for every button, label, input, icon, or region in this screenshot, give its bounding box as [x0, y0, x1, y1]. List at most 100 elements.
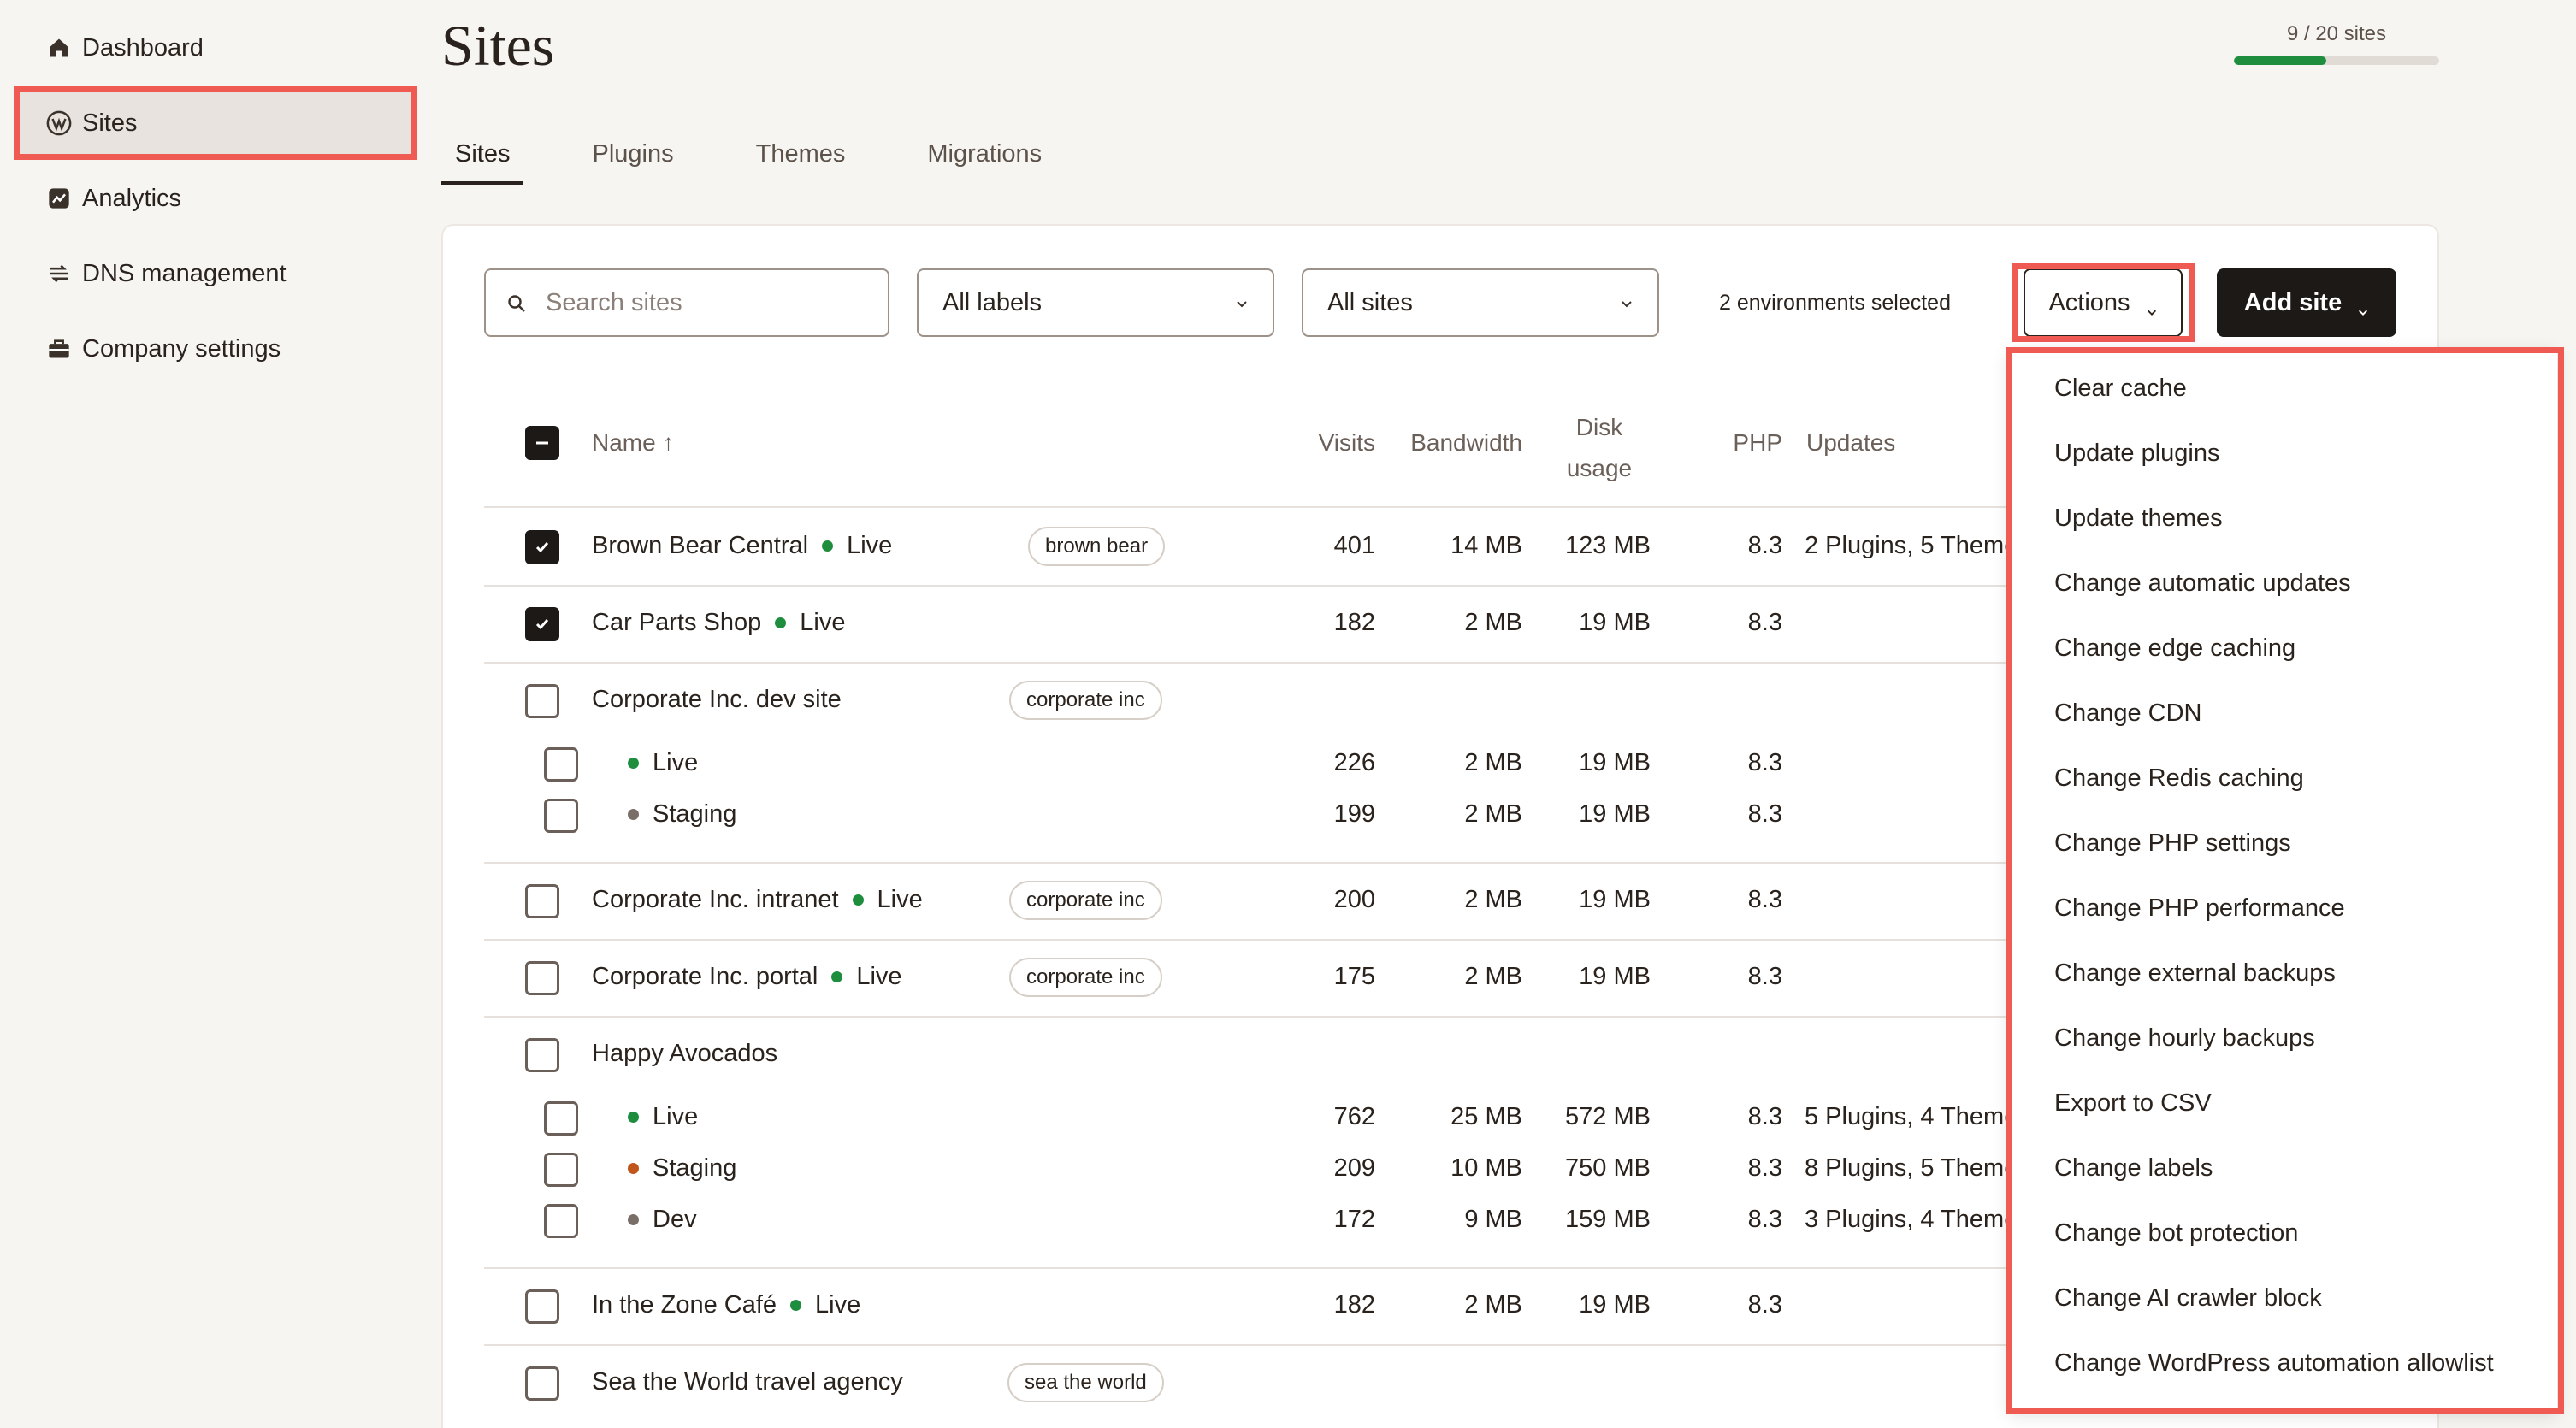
labels-select[interactable]: All labels [917, 268, 1274, 337]
tab-themes[interactable]: Themes [742, 133, 860, 185]
column-header-name[interactable]: Name ↑ [592, 429, 674, 457]
search-input[interactable]: Search sites [484, 268, 889, 337]
menu-item-change-cdn[interactable]: Change CDN [2054, 699, 2201, 728]
php-cell: 8.3 [1747, 1206, 1782, 1233]
site-label-chip[interactable]: corporate inc [1009, 958, 1162, 997]
site-name[interactable]: Happy Avocados [592, 1040, 777, 1068]
menu-item-change-bot-protection[interactable]: Change bot protection [2054, 1219, 2298, 1248]
divider [484, 939, 2013, 941]
sites-select[interactable]: All sites [1302, 268, 1659, 337]
site-name-text: Corporate Inc. intranet [592, 886, 839, 913]
environment-name[interactable]: Live [616, 1103, 698, 1131]
row-checkbox[interactable] [525, 961, 559, 995]
env-text: Staging [653, 800, 737, 828]
sidebar-item-analytics[interactable]: Analytics [19, 166, 414, 231]
row-checkbox[interactable] [525, 607, 559, 641]
row-checkbox[interactable] [525, 884, 559, 918]
env-checkbox[interactable] [544, 747, 578, 782]
menu-item-change-external-backups[interactable]: Change external backups [2054, 959, 2336, 988]
tab-plugins[interactable]: Plugins [578, 133, 687, 185]
menu-item-change-wordpress-automation-allowlist[interactable]: Change WordPress automation allowlist [2054, 1349, 2494, 1378]
column-header-updates[interactable]: Updates [1806, 429, 1895, 457]
sidebar-item-dashboard[interactable]: Dashboard [19, 15, 414, 80]
status-text: Live [815, 1291, 861, 1319]
minus-icon [536, 441, 548, 445]
menu-item-change-redis-caching[interactable]: Change Redis caching [2054, 764, 2304, 793]
menu-item-change-ai-crawler-block[interactable]: Change AI crawler block [2054, 1284, 2322, 1313]
visits-cell: 200 [1333, 886, 1375, 913]
site-name[interactable]: Corporate Inc. portal Live [592, 963, 902, 991]
site-label-chip[interactable]: corporate inc [1009, 681, 1162, 720]
menu-item-change-hourly-backups[interactable]: Change hourly backups [2054, 1024, 2315, 1053]
row-checkbox[interactable] [525, 1366, 559, 1401]
environment-name[interactable]: Dev [616, 1206, 697, 1234]
updates-cell[interactable]: 5 Plugins, 4 Themes [1805, 1103, 2006, 1131]
row-checkbox[interactable] [525, 1038, 559, 1072]
site-label-chip[interactable]: sea the world [1007, 1363, 1164, 1402]
menu-item-change-labels[interactable]: Change labels [2054, 1154, 2213, 1183]
site-name-text: Brown Bear Central [592, 532, 809, 559]
column-header-disk-usage[interactable]: Disk usage [1539, 407, 1659, 489]
menu-item-clear-cache[interactable]: Clear cache [2054, 375, 2187, 403]
chevron-down-icon [2146, 297, 2158, 316]
column-header-visits[interactable]: Visits [1283, 429, 1375, 457]
column-header-php[interactable]: PHP [1710, 429, 1782, 457]
row-checkbox[interactable] [525, 684, 559, 718]
add-site-button[interactable]: Add site [2217, 268, 2396, 337]
staging-status-dot [628, 809, 639, 820]
bandwidth-cell: 2 MB [1464, 1291, 1522, 1319]
updates-cell[interactable]: 2 Plugins, 5 Themes [1805, 532, 2006, 560]
site-name[interactable]: Brown Bear Central Live [592, 532, 892, 560]
bandwidth-cell: 10 MB [1450, 1154, 1522, 1182]
environment-name[interactable]: Staging [616, 800, 736, 829]
env-checkbox[interactable] [544, 799, 578, 833]
bandwidth-cell: 2 MB [1464, 609, 1522, 636]
site-name-text: Corporate Inc. portal [592, 963, 818, 990]
tab-migrations[interactable]: Migrations [913, 133, 1055, 185]
tab-sites[interactable]: Sites [441, 133, 524, 185]
sidebar-item-sites[interactable]: Sites [19, 91, 414, 156]
site-name[interactable]: Sea the World travel agency [592, 1368, 903, 1396]
env-checkbox[interactable] [544, 1153, 578, 1187]
env-checkbox[interactable] [544, 1204, 578, 1238]
updates-cell[interactable]: 3 Plugins, 4 Themes [1805, 1206, 2006, 1234]
menu-item-update-themes[interactable]: Update themes [2054, 505, 2223, 533]
menu-item-export-to-csv[interactable]: Export to CSV [2054, 1089, 2212, 1118]
visits-cell: 182 [1333, 1291, 1375, 1319]
actions-button[interactable]: Actions [2024, 268, 2183, 337]
env-text: Live [653, 1103, 699, 1130]
column-header-bandwidth[interactable]: Bandwidth [1385, 429, 1522, 457]
disk-cell: 123 MB [1565, 532, 1651, 559]
row-checkbox[interactable] [525, 530, 559, 564]
site-name[interactable]: Car Parts Shop Live [592, 609, 845, 637]
env-checkbox[interactable] [544, 1101, 578, 1136]
row-checkbox[interactable] [525, 1289, 559, 1324]
php-cell: 8.3 [1747, 1103, 1782, 1130]
site-name-text: In the Zone Café [592, 1291, 777, 1319]
environment-name[interactable]: Live [616, 749, 698, 777]
disk-header-line1: Disk [1575, 414, 1623, 440]
environment-name[interactable]: Staging [616, 1154, 736, 1183]
select-all-checkbox[interactable] [525, 426, 559, 460]
sidebar-item-company-settings[interactable]: Company settings [19, 316, 414, 381]
visits-cell: 172 [1333, 1206, 1375, 1233]
sidebar-item-dns-management[interactable]: DNS management [19, 241, 414, 306]
menu-item-change-php-settings[interactable]: Change PHP settings [2054, 829, 2291, 858]
divider [484, 1344, 2013, 1346]
menu-item-change-php-performance[interactable]: Change PHP performance [2054, 894, 2345, 923]
site-label-chip[interactable]: brown bear [1028, 527, 1166, 566]
site-name[interactable]: Corporate Inc. intranet Live [592, 886, 923, 914]
menu-item-update-plugins[interactable]: Update plugins [2054, 440, 2219, 468]
menu-item-change-edge-caching[interactable]: Change edge caching [2054, 634, 2295, 663]
site-name[interactable]: In the Zone Café Live [592, 1291, 860, 1319]
site-name[interactable]: Corporate Inc. dev site [592, 686, 842, 714]
status-text: Live [856, 963, 902, 990]
updates-cell[interactable]: 8 Plugins, 5 Themes [1805, 1154, 2006, 1183]
actions-dropdown-menu: Clear cache Update plugins Update themes… [2008, 349, 2557, 1413]
bandwidth-cell: 2 MB [1464, 886, 1522, 913]
divider [484, 506, 2013, 508]
site-name-text: Car Parts Shop [592, 609, 762, 636]
menu-item-change-automatic-updates[interactable]: Change automatic updates [2054, 569, 2351, 598]
labels-select-value: All labels [942, 288, 1043, 316]
site-label-chip[interactable]: corporate inc [1009, 881, 1162, 920]
